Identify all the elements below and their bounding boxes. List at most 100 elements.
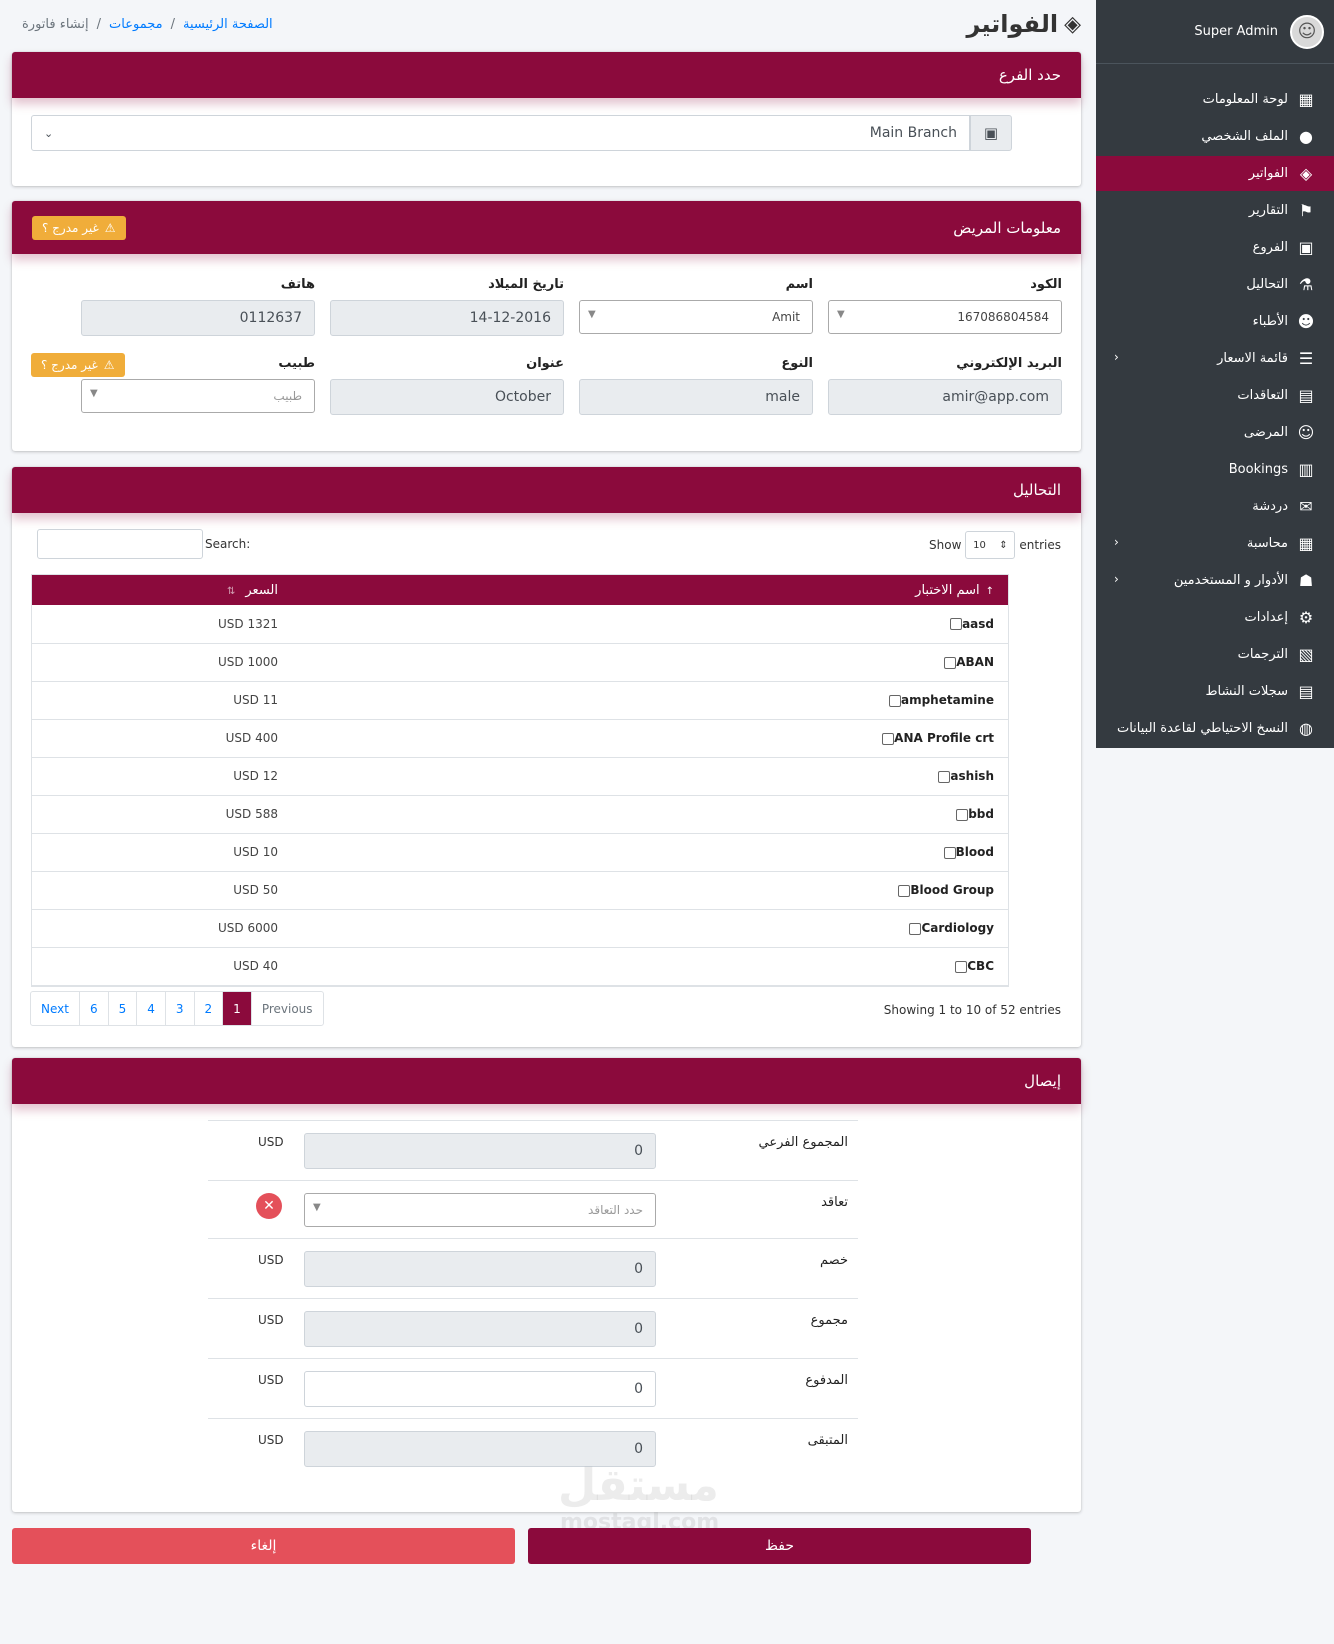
sidebar-item[interactable]: ▧ الترجمات [1096,637,1334,672]
paid-row: المدفوع 0 USD [208,1358,858,1418]
content-header: ◈ الفواتير الصفحة الرئيسية / مجموعات / إ… [12,0,1081,48]
remove-contract-button[interactable]: ✕ [256,1193,282,1219]
test-price: USD 10 [32,833,292,872]
page-title: ◈ الفواتير [966,10,1081,38]
paid-field[interactable]: 0 [304,1371,656,1407]
subtotal-field[interactable]: 0 [304,1133,656,1169]
caret-down-icon: ▼ [837,309,845,320]
sidebar-item[interactable]: ◈ الفواتير [1096,156,1334,191]
sort-up-icon: ↑ [985,585,994,597]
nav-icon: ▣ [1298,238,1314,257]
row-checkbox[interactable] [888,694,901,707]
dob-field[interactable]: 14-12-2016 [330,300,564,336]
warning-icon: ⚠ [103,358,115,372]
page-button[interactable]: 6 [80,992,109,1025]
branch-card-header: حدد الفرع [12,52,1081,98]
name-select[interactable]: Amit ▼ [579,300,813,334]
code-select[interactable]: 167086804584 ▼ [828,300,1062,334]
row-checkbox[interactable] [956,808,969,821]
branch-select[interactable]: ▣ Main Branch ⌄ [31,115,1012,151]
breadcrumb-home[interactable]: الصفحة الرئيسية [183,17,273,32]
search-input[interactable] [37,529,203,559]
nav-icon: ☗ [1298,571,1314,590]
nav-icon: ⚑ [1298,201,1314,220]
page-button[interactable]: 1 [223,992,252,1025]
test-price: USD 400 [32,719,292,758]
discount-field[interactable]: 0 [304,1251,656,1287]
email-field[interactable]: amir@app.com [828,379,1062,415]
chevron-left-icon: ‹ [1114,350,1119,364]
sidebar-item[interactable]: ☰ قائمة الاسعار ‹ [1096,341,1334,376]
row-checkbox[interactable] [882,732,895,745]
table-row[interactable]: ABAN USD 1000 [32,643,1008,682]
contract-select[interactable]: حدد التعاقد ▼ [304,1193,656,1227]
page-button[interactable]: 5 [109,992,138,1025]
doctor-select[interactable]: طبيب ▼ [81,379,315,413]
sidebar-item-label: إعدادات [1244,610,1288,625]
row-checkbox[interactable] [909,922,922,935]
cancel-button[interactable]: إلغاء [12,1528,515,1564]
dob-group: تاريخ الميلاد 14-12-2016 [330,277,564,336]
table-row[interactable]: ashish USD 12 [32,757,1008,796]
col-price[interactable]: السعر⇅ [32,575,292,605]
nav-icon: ● [1299,127,1313,146]
sidebar-item-label: الفروع [1252,240,1288,255]
sidebar-item[interactable]: ⚙ إعدادات [1096,600,1334,635]
chevron-left-icon: ‹ [1114,572,1119,586]
col-test-name[interactable]: ↑اسم الاختبار [292,575,1008,605]
test-price: USD 1321 [32,605,292,644]
nav-icon: ◍ [1299,719,1313,738]
sidebar-item[interactable]: ▥ Bookings [1096,452,1334,487]
address-field[interactable]: October [330,379,564,415]
test-name: Cardiology [921,921,994,935]
table-row[interactable]: Blood USD 10 [32,833,1008,872]
sidebar-item[interactable]: ☗ الأدوار و المستخدمين ‹ [1096,563,1334,598]
row-checkbox[interactable] [898,884,911,897]
table-row[interactable]: bbd USD 588 [32,795,1008,834]
sidebar-item[interactable]: ▤ سجلات النشاط [1096,674,1334,709]
page-button[interactable]: 4 [137,992,166,1025]
sidebar-item[interactable]: ▣ الفروع [1096,230,1334,265]
receipt-card-header: إيصال [12,1058,1081,1104]
table-row[interactable]: CBC USD 40 [32,947,1008,986]
row-checkbox[interactable] [943,846,956,859]
doctor-not-listed-button[interactable]: ⚠ غير مدرج ؟ [31,353,125,377]
row-checkbox[interactable] [950,618,963,631]
gender-field[interactable]: male [579,379,813,415]
sidebar-item[interactable]: ▦ لوحة المعلومات [1096,82,1334,117]
total-field[interactable]: 0 [304,1311,656,1347]
sidebar-item[interactable]: ◍ النسخ الاحتياطي لقاعدة البيانات [1096,711,1334,746]
row-checkbox[interactable] [944,656,957,669]
avatar: ☺ [1290,14,1324,49]
page-button[interactable]: 3 [166,992,195,1025]
sidebar-item[interactable]: ☻ الأطباء [1096,304,1334,339]
search-control: Search: [37,529,250,559]
table-row[interactable]: aasd USD 1321 [32,605,1008,644]
previous-page-button[interactable]: Previous [252,992,323,1025]
sidebar-item[interactable]: ⚗ التحاليل [1096,267,1334,302]
sidebar-item[interactable]: ⚑ التقارير [1096,193,1334,228]
sidebar-item-label: لوحة المعلومات [1202,92,1288,107]
row-checkbox[interactable] [938,770,951,783]
save-button[interactable]: حفظ [528,1528,1031,1564]
sidebar-item[interactable]: ● الملف الشخصي [1096,119,1334,154]
page-button[interactable]: 2 [195,992,224,1025]
next-page-button[interactable]: Next [31,992,80,1025]
sidebar-item[interactable]: ☺ المرضى [1096,415,1334,450]
patient-not-listed-button[interactable]: ⚠ غير مدرج ؟ [32,215,126,240]
test-name: CBC [967,959,994,973]
sidebar-user[interactable]: ☺ Super Admin [1096,0,1334,64]
sidebar-item[interactable]: ▤ التعاقدات [1096,378,1334,413]
table-row[interactable]: ANA Profile crt USD 400 [32,719,1008,758]
sidebar-item[interactable]: ▦ محاسبة ‹ [1096,526,1334,561]
table-row[interactable]: Blood Group USD 50 [32,871,1008,910]
address-group: عنوان October [330,356,564,415]
row-checkbox[interactable] [955,960,968,973]
table-row[interactable]: amphetamine USD 11 [32,681,1008,720]
table-row[interactable]: Cardiology USD 6000 [32,909,1008,948]
sidebar-item[interactable]: ✉ دردشة [1096,489,1334,524]
page-length-select[interactable]: 10 ⇕ [965,531,1016,559]
phone-field[interactable]: 0112637 [81,300,315,336]
test-name: aasd [962,616,994,631]
breadcrumb-groups[interactable]: مجموعات [109,17,163,32]
